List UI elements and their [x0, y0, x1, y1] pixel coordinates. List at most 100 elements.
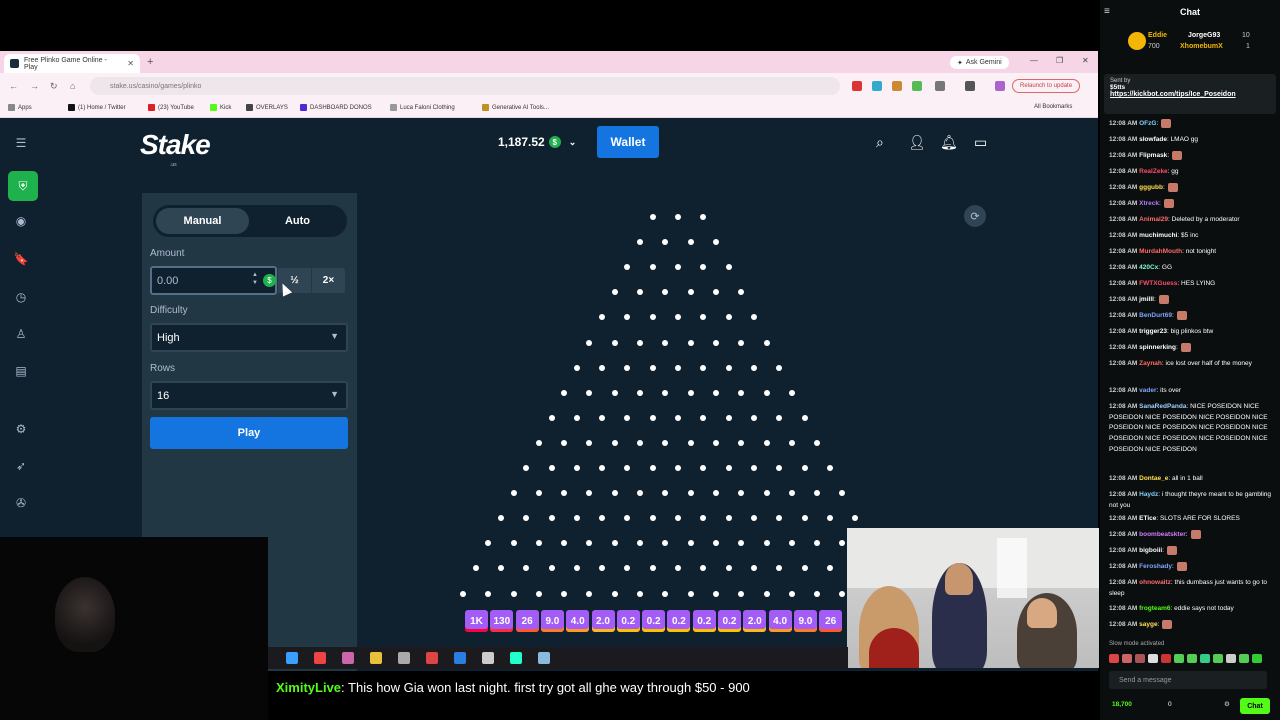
message-username[interactable]: Xtreck	[1139, 200, 1159, 207]
settings-gear-icon[interactable]: ⚙	[1224, 700, 1230, 708]
new-tab-button[interactable]: +	[147, 56, 153, 68]
balance-display[interactable]: 1,187.52 $ ⌄	[485, 127, 593, 157]
app-icon[interactable]	[398, 652, 410, 664]
message-username[interactable]: Haydz	[1139, 491, 1158, 498]
amount-stepper[interactable]: ▲ ▼	[252, 271, 258, 287]
ask-gemini-button[interactable]: ✦ Ask Gemini	[950, 56, 1009, 69]
play-button[interactable]: Play	[150, 417, 348, 449]
bet-amount-input[interactable]: 0.00 ▲ ▼ $	[150, 266, 277, 295]
emote-icon[interactable]	[1187, 654, 1197, 663]
bookmark-item[interactable]: (1) Home / Twitter	[68, 104, 126, 111]
chrome-icon[interactable]	[314, 652, 326, 664]
message-username[interactable]: ohnowaitz	[1139, 579, 1171, 586]
message-username[interactable]: BenDurt69	[1139, 312, 1172, 319]
app-icon[interactable]	[510, 652, 522, 664]
message-username[interactable]: Animal29	[1139, 216, 1168, 223]
bookmark-item[interactable]: Luca Faloni Clothing	[390, 104, 455, 111]
chat-icon[interactable]: ▭	[974, 134, 987, 151]
address-bar[interactable]: stake.us/casino/games/plinko	[90, 77, 840, 95]
message-username[interactable]: ETice	[1139, 515, 1156, 522]
message-username[interactable]: SanaRedPanda	[1139, 403, 1186, 410]
app-icon[interactable]	[538, 652, 550, 664]
send-chat-button[interactable]: Chat	[1240, 698, 1270, 714]
message-username[interactable]: jmilll	[1139, 296, 1154, 303]
maximize-icon[interactable]: ❐	[1056, 56, 1063, 65]
sidepanel-icon[interactable]	[965, 81, 975, 91]
pinned-link[interactable]: https://kickbot.com/tips/Ice_Poseidon	[1110, 91, 1270, 98]
fairness-settings-icon[interactable]: ⟳	[964, 205, 986, 227]
message-username[interactable]: muchimuchi	[1139, 232, 1177, 239]
message-username[interactable]: sayge	[1139, 621, 1157, 628]
message-username[interactable]: trigger23	[1139, 328, 1167, 335]
forward-icon[interactable]: →	[30, 81, 39, 91]
profile-avatar[interactable]	[995, 81, 1005, 91]
stake-logo[interactable]: Stake	[140, 129, 211, 161]
rewards-icon[interactable]: ⚙	[13, 421, 29, 437]
close-window-icon[interactable]: ✕	[1082, 56, 1089, 65]
app-icon[interactable]	[342, 652, 354, 664]
message-username[interactable]: Dontae_e	[1139, 475, 1168, 482]
emote-icon[interactable]	[1161, 654, 1171, 663]
rocket-icon[interactable]: ➶	[13, 458, 29, 474]
auto-tab[interactable]: Auto	[251, 208, 344, 234]
relaunch-button[interactable]: Relaunch to update	[1012, 79, 1081, 93]
menu-icon[interactable]: ☰	[13, 135, 29, 151]
message-username[interactable]: slowfade	[1139, 136, 1167, 143]
bookmark-item[interactable]: Kick	[210, 104, 231, 111]
message-username[interactable]: vader	[1139, 387, 1156, 394]
rows-select[interactable]: 16 ▼	[150, 381, 348, 410]
message-username[interactable]: 420Cx	[1139, 264, 1158, 271]
message-username[interactable]: Flipmask	[1139, 152, 1167, 159]
emote-icon[interactable]	[1135, 654, 1145, 663]
emote-icon[interactable]	[1252, 654, 1262, 663]
extension-icon[interactable]	[912, 81, 922, 91]
browser-tab[interactable]: Free Plinko Game Online - Play ✕	[4, 54, 140, 73]
difficulty-select[interactable]: High ▼	[150, 323, 348, 352]
message-username[interactable]: boombeatskter	[1139, 531, 1186, 538]
message-username[interactable]: Feroshady	[1139, 563, 1172, 570]
bookmark-item[interactable]: OVERLAYS	[246, 104, 288, 111]
clock-icon[interactable]: ◷	[13, 289, 29, 305]
extension-icon[interactable]	[852, 81, 862, 91]
bookmark-item[interactable]: (23) YouTube	[148, 104, 194, 111]
message-username[interactable]: MurdahMouth	[1139, 248, 1182, 255]
reload-icon[interactable]: ↻	[50, 81, 58, 92]
notifications-icon[interactable]: 🔔︎	[940, 134, 958, 151]
emote-icon[interactable]	[1213, 654, 1223, 663]
emote-icon[interactable]	[1148, 654, 1158, 663]
message-username[interactable]: Zaynah	[1139, 360, 1162, 367]
message-username[interactable]: frogteam6	[1139, 605, 1170, 612]
bookmark-item[interactable]: DASHBOARD DONOS	[300, 104, 372, 111]
message-username[interactable]: spinnerking	[1139, 344, 1176, 351]
extension-icon[interactable]	[892, 81, 902, 91]
all-bookmarks[interactable]: All Bookmarks	[1034, 104, 1072, 110]
bookmark-icon[interactable]: 🔖	[13, 251, 29, 267]
manual-tab[interactable]: Manual	[156, 208, 249, 234]
extension-icon[interactable]	[935, 81, 945, 91]
message-username[interactable]: FWTXGuess	[1139, 280, 1177, 287]
user-icon[interactable]: 👤︎	[908, 134, 926, 151]
emote-icon[interactable]	[1200, 654, 1210, 663]
home-icon[interactable]: ⌂	[70, 81, 75, 91]
emote-icon[interactable]	[1226, 654, 1236, 663]
search-icon[interactable]: ⌕	[876, 134, 884, 151]
double-bet-button[interactable]: 2×	[312, 268, 345, 293]
casino-shield-icon[interactable]: ⛨	[8, 171, 38, 201]
promo-icon[interactable]: ✇	[13, 495, 29, 511]
bookmark-item[interactable]: Generative AI Tools...	[482, 104, 549, 111]
obs-icon[interactable]	[426, 652, 438, 664]
message-username[interactable]: RealZeke	[1139, 168, 1168, 175]
extension-icon[interactable]	[872, 81, 882, 91]
minimize-icon[interactable]: —	[1030, 56, 1038, 65]
vscode-icon[interactable]	[454, 652, 466, 664]
emote-icon[interactable]	[1109, 654, 1119, 663]
wallet-button[interactable]: Wallet	[597, 126, 659, 158]
emote-icon[interactable]	[1122, 654, 1132, 663]
app-icon[interactable]	[286, 652, 298, 664]
app-icon[interactable]	[482, 652, 494, 664]
folder-icon[interactable]	[370, 652, 382, 664]
emote-icon[interactable]	[1174, 654, 1184, 663]
chat-input[interactable]: Send a message	[1109, 671, 1267, 689]
back-icon[interactable]: ←	[9, 81, 18, 91]
bookmark-item[interactable]: Apps	[8, 104, 32, 111]
